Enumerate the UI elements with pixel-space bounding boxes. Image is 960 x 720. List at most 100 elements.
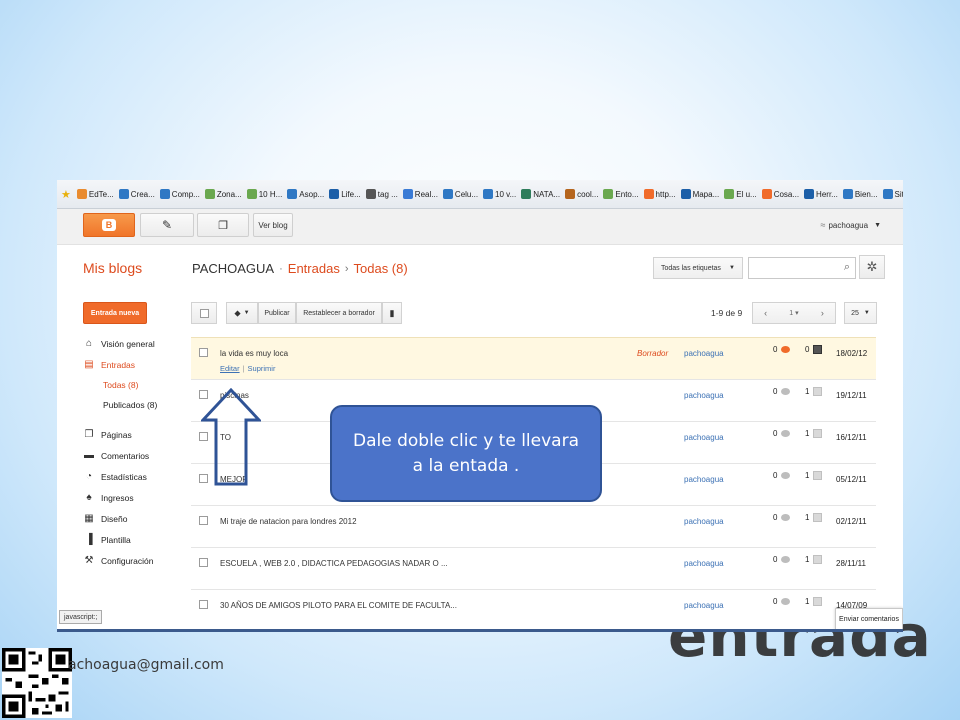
post-comments[interactable]: 0 [773, 387, 791, 396]
bookmark-item[interactable]: Asop... [287, 189, 324, 199]
bookmark-label: Cosa... [773, 189, 800, 199]
previous-page-button[interactable]: ‹ [764, 308, 767, 318]
sidebar-item[interactable]: ⚒ Configuración [83, 550, 193, 571]
post-actions: Editar | Suprimir [220, 364, 275, 373]
bookmark-item[interactable]: EdTe... [76, 189, 114, 199]
post-author[interactable]: pachoagua [684, 601, 724, 610]
settings-button[interactable]: ✲ [859, 255, 885, 279]
post-title[interactable]: Mi traje de natacion para londres 2012 [220, 517, 357, 526]
bookmark-item[interactable]: http... [643, 189, 676, 199]
new-post-button[interactable]: Entrada nueva [83, 302, 147, 324]
post-comments[interactable]: 0 [773, 471, 791, 480]
bookmark-favicon-icon [565, 189, 576, 199]
post-comments[interactable]: 0 [773, 429, 791, 438]
delete-link[interactable]: Suprimir [248, 364, 276, 373]
view-blog-button[interactable]: Ver blog [253, 213, 293, 237]
bookmarks-bar: ★ EdTe... Crea... Comp... Zona... 10 H... Aso… [57, 180, 903, 209]
post-author[interactable]: pachoagua [684, 433, 724, 442]
post-title[interactable]: ESCUELA , WEB 2.0 , DIDACTICA PEDAGOGIAS… [220, 559, 448, 568]
bookmark-item[interactable]: Siti... [882, 189, 903, 199]
username: pachoagua [828, 220, 869, 230]
post-comments[interactable]: 0 [773, 513, 791, 522]
search-input[interactable]: ⌕ [748, 257, 856, 279]
post-title[interactable]: 30 AÑOS DE AMIGOS PILOTO PARA EL COMITE … [220, 601, 457, 610]
post-checkbox[interactable] [199, 558, 208, 567]
bookmark-label: Herr... [816, 189, 838, 199]
sidebar-item[interactable]: ▦ Diseño [83, 508, 193, 529]
post-author[interactable]: pachoagua [684, 475, 724, 484]
sidebar-item[interactable]: ▤ Entradas [83, 354, 193, 375]
bookmark-item[interactable]: Crea... [118, 189, 155, 199]
my-blogs-link[interactable]: Mis blogs [83, 260, 142, 276]
per-page-select[interactable]: 25 ▼ [844, 302, 877, 324]
revert-to-draft-button[interactable]: Restablecer a borrador [296, 302, 382, 324]
comment-bubble-icon [781, 472, 791, 479]
post-comments[interactable]: 0 [773, 597, 791, 606]
bookmark-item[interactable]: Real... [402, 189, 438, 199]
bookmark-item[interactable]: Celu... [442, 189, 478, 199]
next-page-button[interactable]: › [821, 308, 824, 318]
bookmark-item[interactable]: 10 v... [483, 189, 516, 199]
send-feedback-button[interactable]: Enviar comentarios [835, 608, 903, 629]
breadcrumb-blog[interactable]: PACHOAGUA [192, 261, 274, 276]
post-row[interactable]: 30 AÑOS DE AMIGOS PILOTO PARA EL COMITE … [191, 589, 876, 629]
sidebar-item[interactable]: ♠ Ingresos [83, 487, 193, 508]
bookmark-item[interactable]: Cosa... [761, 189, 800, 199]
post-author[interactable]: pachoagua [684, 559, 724, 568]
sidebar-item[interactable]: ▬ Comentarios [83, 445, 193, 466]
posts-list-button[interactable]: ❐ [197, 213, 249, 237]
post-row[interactable]: la vida es muy loca Editar | Suprimir Borrad… [191, 337, 876, 379]
sidebar-subitem[interactable]: Publicados (8) [83, 395, 193, 415]
post-checkbox[interactable] [199, 600, 208, 609]
post-row[interactable]: ESCUELA , WEB 2.0 , DIDACTICA PEDAGOGIAS… [191, 547, 876, 589]
post-checkbox[interactable] [199, 348, 208, 357]
comment-count: 0 [773, 387, 778, 396]
user-menu[interactable]: ≈ pachoagua ▼ [821, 220, 881, 230]
page-select[interactable]: 1 ▾ [789, 309, 798, 317]
breadcrumb-section[interactable]: Entradas [288, 261, 340, 276]
post-comments[interactable]: 0 [773, 345, 791, 354]
favorites-star-icon[interactable]: ★ [61, 188, 71, 201]
labels-dropdown-label: Todas las etiquetas [661, 264, 721, 272]
bookmark-item[interactable]: Mapa... [680, 189, 719, 199]
labels-button[interactable]: ⬥ ▼ [226, 302, 258, 324]
sidebar-item[interactable]: ⌂ Visión general [83, 333, 193, 354]
post-checkbox[interactable] [199, 516, 208, 525]
sidebar-subitem[interactable]: Todas (8) [83, 375, 193, 395]
bookmark-item[interactable]: tag ... [365, 189, 398, 199]
blogger-home-button[interactable]: B [83, 213, 135, 237]
bookmark-item[interactable]: Bien... [842, 189, 878, 199]
labels-dropdown[interactable]: Todas las etiquetas ▼ [653, 257, 743, 279]
comment-bubble-icon [781, 556, 791, 563]
publish-button[interactable]: Publicar [258, 302, 296, 324]
sidebar-item[interactable]: ❐ Páginas [83, 424, 193, 445]
bookmark-item[interactable]: Zona... [204, 189, 242, 199]
bookmark-label: Ento... [615, 189, 639, 199]
sidebar-item[interactable]: ◔ Estadísticas [83, 466, 193, 487]
post-comments[interactable]: 0 [773, 555, 791, 564]
bookmark-item[interactable]: Ento... [603, 189, 639, 199]
post-title[interactable]: la vida es muy loca [220, 349, 288, 358]
delete-button[interactable]: ▮ [382, 302, 402, 324]
view-count: 1 [805, 471, 810, 480]
bookmark-item[interactable]: Life... [329, 189, 361, 199]
post-row[interactable]: Mi traje de natacion para londres 2012 pa… [191, 505, 876, 547]
bookmark-item[interactable]: Comp... [159, 189, 200, 199]
post-author[interactable]: pachoagua [684, 349, 724, 358]
new-post-pencil-button[interactable]: ✎ [140, 213, 194, 237]
bookmark-label: http... [655, 189, 676, 199]
view-count: 1 [805, 555, 810, 564]
bookmark-item[interactable]: 10 H... [246, 189, 282, 199]
post-author[interactable]: pachoagua [684, 391, 724, 400]
sidebar-nav: ⌂ Visión general ▤ Entradas Todas (8) Public… [83, 333, 193, 571]
post-views: 0 [805, 345, 823, 354]
bookmark-item[interactable]: El u... [724, 189, 757, 199]
bookmark-item[interactable]: cool... [565, 189, 598, 199]
post-author[interactable]: pachoagua [684, 517, 724, 526]
bookmark-item[interactable]: Herr... [804, 189, 838, 199]
bookmark-item[interactable]: NATA... [521, 189, 560, 199]
stats-icon [813, 513, 823, 522]
sidebar-item[interactable]: ▐ Plantilla [83, 529, 193, 550]
edit-link[interactable]: Editar [220, 364, 240, 373]
select-all-checkbox[interactable] [191, 302, 217, 324]
